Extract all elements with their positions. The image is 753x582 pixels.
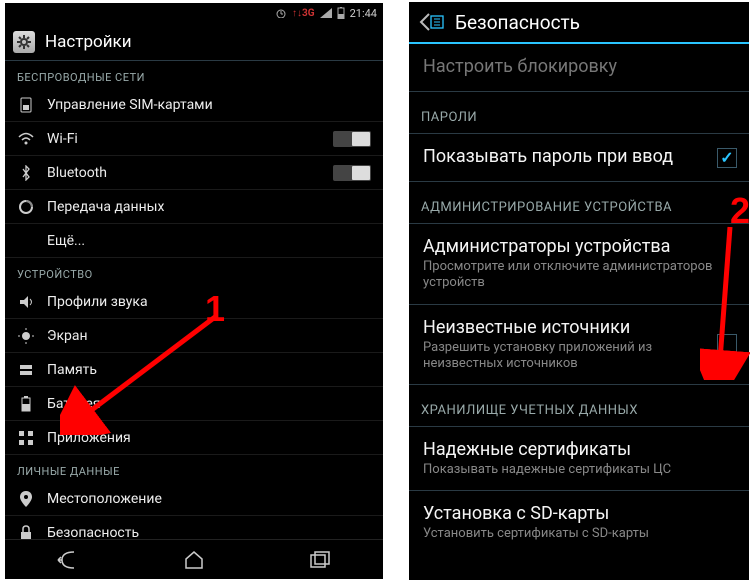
item-label: Местоположение bbox=[47, 491, 371, 507]
bluetooth-icon bbox=[17, 164, 35, 182]
item-unknown-sources[interactable]: Неизвестные источники Разрешить установк… bbox=[409, 305, 749, 386]
storage-icon bbox=[17, 361, 35, 379]
apps-icon bbox=[17, 429, 35, 447]
data-usage-icon bbox=[17, 198, 35, 216]
item-sublabel: Показывать надежные сертификаты ЦС bbox=[423, 462, 735, 478]
item-sublabel: Установить сертификаты с SD-карты bbox=[423, 526, 735, 542]
nav-home-button[interactable] bbox=[174, 545, 214, 575]
section-device-admin: АДМИНИСТРИРОВАНИЕ УСТРОЙСТВА bbox=[409, 182, 749, 224]
status-time: 21:44 bbox=[350, 7, 377, 20]
item-label: Передача данных bbox=[47, 199, 371, 215]
battery-icon bbox=[337, 7, 345, 19]
wifi-icon bbox=[17, 130, 35, 148]
section-credentials: ХРАНИЛИЩЕ УЧЕТНЫХ ДАННЫХ bbox=[409, 385, 749, 427]
item-security[interactable]: Безопасность bbox=[5, 516, 383, 539]
item-more[interactable]: Ещё... bbox=[5, 224, 383, 258]
phone-right-security: Безопасность Настроить блокировку ПАРОЛИ… bbox=[409, 2, 749, 580]
lock-icon bbox=[17, 524, 35, 540]
item-label: Приложения bbox=[47, 430, 371, 446]
item-sound[interactable]: Профили звука bbox=[5, 285, 383, 319]
item-location[interactable]: Местоположение bbox=[5, 482, 383, 516]
item-device-admins[interactable]: Администраторы устройства Просмотрите ил… bbox=[409, 224, 749, 305]
network-3g-label: ↑↓3G bbox=[292, 8, 315, 19]
item-label: Неизвестные источники bbox=[423, 317, 735, 338]
settings-title-bar: Настройки bbox=[5, 23, 383, 61]
item-apps[interactable]: Приложения bbox=[5, 421, 383, 455]
alarm-icon bbox=[275, 8, 287, 18]
item-sim-management[interactable]: Управление SIM-картами bbox=[5, 88, 383, 122]
item-label: Батарея bbox=[47, 396, 371, 412]
unknown-sources-checkbox[interactable] bbox=[717, 334, 737, 354]
item-label: Показывать пароль при ввод bbox=[423, 146, 735, 167]
item-display[interactable]: Экран bbox=[5, 319, 383, 353]
display-icon bbox=[17, 327, 35, 345]
item-label: Управление SIM-картами bbox=[47, 97, 371, 113]
wifi-toggle[interactable] bbox=[333, 131, 371, 147]
item-sublabel: Просмотрите или отключите администраторо… bbox=[423, 259, 735, 292]
item-label: Установка с SD-карты bbox=[423, 503, 735, 524]
page-title: Настройки bbox=[45, 32, 132, 52]
item-sublabel: Разрешить установку приложений из неизве… bbox=[423, 340, 735, 373]
navigation-bar bbox=[5, 539, 383, 579]
annotation-label-2: 2 bbox=[730, 190, 750, 232]
item-battery[interactable]: Батарея bbox=[5, 387, 383, 421]
annotation-label-1: 1 bbox=[205, 288, 225, 330]
signal-icon bbox=[320, 8, 332, 18]
security-title-bar: Безопасность bbox=[409, 2, 749, 44]
back-icon[interactable] bbox=[417, 10, 445, 34]
section-personal: ЛИЧНЫЕ ДАННЫЕ bbox=[5, 455, 383, 482]
item-label: Безопасность bbox=[47, 525, 371, 540]
item-label: Ещё... bbox=[47, 233, 371, 249]
item-label: Bluetooth bbox=[47, 165, 321, 181]
page-title: Безопасность bbox=[455, 11, 580, 34]
location-icon bbox=[17, 490, 35, 508]
item-label: Wi-Fi bbox=[47, 131, 321, 147]
section-wireless: БЕСПРОВОДНЫЕ СЕТИ bbox=[5, 61, 383, 88]
settings-icon bbox=[13, 31, 35, 53]
nav-back-button[interactable] bbox=[48, 545, 88, 575]
item-install-sd[interactable]: Установка с SD-карты Установить сертифик… bbox=[409, 491, 749, 554]
item-wifi[interactable]: Wi-Fi bbox=[5, 122, 383, 156]
nav-recents-button[interactable] bbox=[300, 545, 340, 575]
item-label: Настроить блокировку bbox=[423, 56, 735, 77]
item-trusted-certs[interactable]: Надежные сертификаты Показывать надежные… bbox=[409, 427, 749, 491]
section-device: УСТРОЙСТВО bbox=[5, 258, 383, 285]
item-lock-setup[interactable]: Настроить блокировку bbox=[409, 44, 749, 92]
item-data-usage[interactable]: Передача данных bbox=[5, 190, 383, 224]
item-label: Надежные сертификаты bbox=[423, 439, 735, 460]
item-bluetooth[interactable]: Bluetooth bbox=[5, 156, 383, 190]
battery-icon bbox=[17, 395, 35, 413]
section-passwords: ПАРОЛИ bbox=[409, 92, 749, 134]
item-label: Администраторы устройства bbox=[423, 236, 735, 257]
sound-icon bbox=[17, 293, 35, 311]
item-label: Память bbox=[47, 362, 371, 378]
item-show-password[interactable]: Показывать пароль при ввод bbox=[409, 134, 749, 182]
bt-toggle[interactable] bbox=[333, 165, 371, 181]
status-bar: ↑↓3G 21:44 bbox=[5, 3, 383, 23]
sim-icon bbox=[17, 96, 35, 114]
phone-left-settings: ↑↓3G 21:44 Настройки БЕСПРОВОДНЫЕ СЕТИ У… bbox=[5, 3, 383, 579]
item-storage[interactable]: Память bbox=[5, 353, 383, 387]
show-password-checkbox[interactable] bbox=[717, 148, 737, 168]
